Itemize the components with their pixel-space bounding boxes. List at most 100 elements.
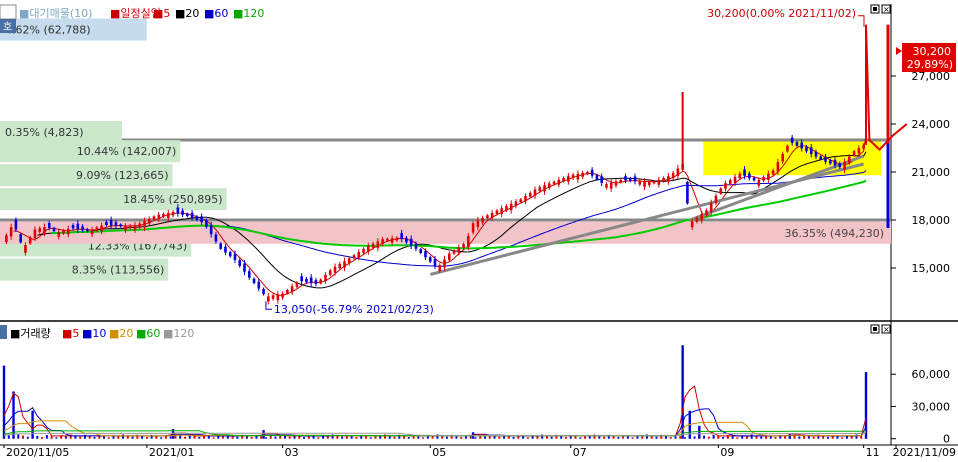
candle-body [571, 174, 575, 179]
volume-bar [45, 435, 48, 439]
candle-body [43, 227, 46, 233]
profile-label: 8.35% (113,556) [72, 264, 165, 277]
candle-body [38, 228, 42, 232]
volume-bar [160, 437, 163, 439]
volume-bar [522, 436, 525, 439]
candle-body [767, 173, 770, 180]
candle-body [243, 263, 246, 272]
volume-bar [655, 436, 658, 439]
candle-body [233, 253, 237, 260]
candle-body [819, 156, 823, 160]
candle-body [157, 214, 161, 220]
volume-bar [626, 436, 629, 439]
volume-bar [26, 436, 29, 439]
candle-body [671, 172, 675, 179]
candle-body [371, 243, 375, 248]
candle-body [781, 153, 784, 162]
volume-bar [22, 435, 25, 439]
candle-body [24, 244, 27, 253]
volume-corner-marker [0, 325, 7, 339]
candle-body [695, 217, 699, 222]
candle-body [762, 176, 765, 181]
volume-bar [179, 435, 182, 439]
candle-body [686, 182, 689, 204]
volume-bar [122, 434, 125, 439]
volume-bar [745, 436, 748, 439]
volume-bar [574, 436, 577, 439]
volume-bar [41, 437, 44, 439]
candle-body [505, 206, 508, 211]
candle-body [414, 243, 418, 249]
candle-body [386, 238, 389, 241]
candle-body [276, 294, 280, 301]
profile-label: 9.09% (123,665) [76, 169, 169, 182]
candle-body [62, 230, 65, 234]
volume-bar [422, 437, 425, 439]
candle-body [405, 237, 408, 243]
candle-body [238, 260, 242, 266]
candle-body [357, 252, 361, 258]
volume-legend-item: ■20 [109, 327, 133, 340]
candle-body [481, 217, 484, 223]
high-annotation: 30,200(0.00% 2021/11/02) [707, 7, 856, 20]
candle-body [628, 178, 632, 181]
legend-item: ■120 [233, 7, 264, 20]
candle-body [347, 258, 351, 264]
volume-legend-items: ■5 ■10 ■20 ■60 ■120 [62, 327, 194, 340]
candle-body [328, 270, 332, 275]
candle-body [524, 196, 527, 202]
volume-bar [460, 437, 463, 439]
candle-body [652, 181, 656, 184]
candle-body [509, 203, 513, 211]
candle-body [228, 252, 232, 257]
candle-body [271, 295, 275, 299]
volume-bar [707, 436, 710, 439]
volume-bar [736, 437, 739, 439]
candle-body [809, 147, 813, 154]
y-tick-label: 24,000 [912, 118, 951, 131]
candle-body [467, 236, 470, 248]
candle-body [209, 225, 213, 235]
candle-body [462, 244, 465, 248]
candle-body [471, 223, 475, 233]
volume-bar [855, 434, 858, 439]
candle-body [224, 246, 227, 253]
candle-body [252, 278, 256, 284]
legend-item: ■20 [175, 7, 199, 20]
stock-chart-svg: 15,00018,00021,00024,00027,000 4.62% (62… [0, 0, 958, 459]
volume-bar [603, 436, 606, 439]
candle-body [381, 239, 384, 244]
candle-body [305, 278, 308, 283]
volume-bar [155, 436, 158, 439]
candle-body [247, 271, 251, 278]
candle-body [824, 156, 827, 162]
low-annotation: 13,050(-56.79% 2021/02/23) [274, 303, 434, 316]
candle-body [609, 182, 613, 189]
candle-body [743, 169, 746, 176]
candle-body [828, 160, 832, 164]
maximize-icon [873, 7, 877, 11]
volume-bar [79, 436, 82, 439]
volume-bar [850, 436, 853, 439]
volume-bar [593, 434, 596, 439]
candle-body [133, 225, 137, 230]
volume-bar [512, 437, 515, 439]
x-tick-label: 09 [720, 446, 734, 458]
candle-body [452, 250, 456, 254]
candle-body [552, 181, 556, 185]
volume-bar [222, 436, 225, 439]
candle-body [833, 159, 837, 166]
candle-body [495, 210, 499, 215]
volume-bar [341, 436, 344, 439]
candle-body [195, 216, 199, 220]
close-icon: × [883, 325, 890, 334]
candle-body [76, 223, 80, 230]
candle-body [352, 255, 356, 259]
legend-items: ■일정실업■5 ■20 ■60 ■120 [110, 6, 264, 20]
volume-bar [369, 437, 372, 439]
current-price-badge: 30,200 ( 29.89%) [896, 43, 956, 72]
volume-bar [750, 434, 753, 439]
candle-body [657, 179, 661, 185]
corner-box [0, 4, 17, 20]
candle-body [367, 246, 370, 252]
